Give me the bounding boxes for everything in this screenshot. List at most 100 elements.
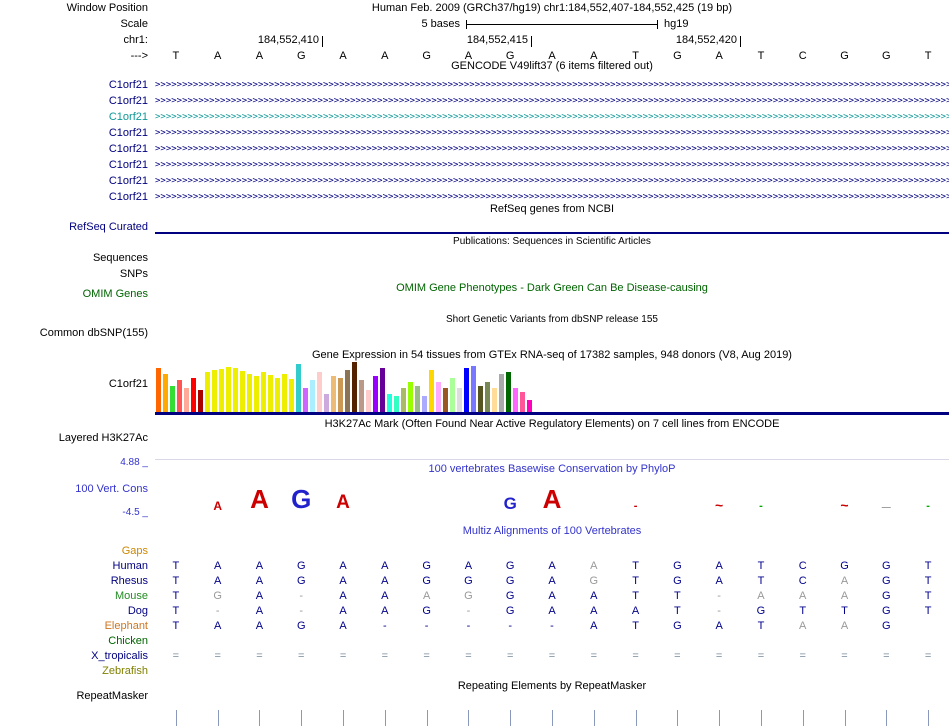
- gtex-expression-bar[interactable]: [191, 378, 196, 412]
- gtex-expression-bar[interactable]: [394, 396, 399, 412]
- species-label[interactable]: Human: [0, 560, 148, 573]
- gtex-expression-bar[interactable]: [205, 372, 210, 412]
- gtex-expression-bar[interactable]: [408, 382, 413, 412]
- refseq-curated-label[interactable]: RefSeq Curated: [0, 221, 148, 234]
- gtex-expression-bar[interactable]: [310, 380, 315, 412]
- snps-track-label[interactable]: SNPs: [0, 268, 148, 281]
- gtex-expression-bar[interactable]: [345, 370, 350, 412]
- dbsnp-track-title[interactable]: Short Genetic Variants from dbSNP releas…: [155, 313, 949, 326]
- gtex-expression-bar[interactable]: [457, 388, 462, 412]
- gtex-track-title[interactable]: Gene Expression in 54 tissues from GTEx …: [155, 349, 949, 362]
- omim-genes-label[interactable]: OMIM Genes: [0, 288, 148, 301]
- gtex-expression-bar[interactable]: [289, 379, 294, 412]
- gtex-expression-bar[interactable]: [254, 376, 259, 412]
- refseq-curated-item[interactable]: [155, 232, 949, 234]
- gtex-expression-bar[interactable]: [443, 388, 448, 412]
- species-label[interactable]: X_tropicalis: [0, 650, 148, 663]
- species-label[interactable]: Elephant: [0, 620, 148, 633]
- gencode-track-label[interactable]: C1orf21: [0, 143, 148, 156]
- gtex-expression-bar[interactable]: [492, 388, 497, 412]
- gtex-expression-bar[interactable]: [247, 374, 252, 412]
- gtex-expression-bar[interactable]: [275, 378, 280, 412]
- alignment-row[interactable]: [155, 665, 949, 678]
- gtex-expression-bar[interactable]: [506, 372, 511, 412]
- gtex-expression-bar[interactable]: [170, 386, 175, 412]
- gtex-expression-bar[interactable]: [331, 376, 336, 412]
- gtex-expression-bar[interactable]: [303, 388, 308, 412]
- species-label[interactable]: Chicken: [0, 635, 148, 648]
- gencode-track-label[interactable]: C1orf21: [0, 191, 148, 204]
- h3k27ac-track-title[interactable]: H3K27Ac Mark (Often Found Near Active Re…: [155, 418, 949, 431]
- gencode-transcript[interactable]: >>>>>>>>>>>>>>>>>>>>>>>>>>>>>>>>>>>>>>>>…: [155, 111, 949, 124]
- gtex-expression-bar[interactable]: [184, 388, 189, 412]
- phylop-track-title[interactable]: 100 vertebrates Basewise Conservation by…: [155, 463, 949, 476]
- species-label[interactable]: Rhesus: [0, 575, 148, 588]
- gencode-transcript[interactable]: >>>>>>>>>>>>>>>>>>>>>>>>>>>>>>>>>>>>>>>>…: [155, 143, 949, 156]
- species-label[interactable]: Gaps: [0, 545, 148, 558]
- alignment-row[interactable]: TAAGAAGAGAATGATCGGT: [155, 560, 949, 573]
- alignment-row[interactable]: TAAGAAGGGAGTGATCAGT: [155, 575, 949, 588]
- alignment-row[interactable]: TGA-AAAGGAATT-AAAGT: [155, 590, 949, 603]
- gencode-transcript[interactable]: >>>>>>>>>>>>>>>>>>>>>>>>>>>>>>>>>>>>>>>>…: [155, 159, 949, 172]
- gtex-expression-bar[interactable]: [282, 374, 287, 412]
- repeatmasker-track-label[interactable]: RepeatMasker: [0, 690, 148, 703]
- gtex-expression-bar[interactable]: [387, 394, 392, 412]
- gtex-expression-bar[interactable]: [359, 380, 364, 412]
- gtex-expression-bar[interactable]: [499, 374, 504, 412]
- alignment-row[interactable]: [155, 635, 949, 648]
- gtex-expression-bar[interactable]: [415, 386, 420, 412]
- multiz-track-title[interactable]: Multiz Alignments of 100 Vertebrates: [155, 525, 949, 538]
- species-label[interactable]: Mouse: [0, 590, 148, 603]
- gencode-track-label[interactable]: C1orf21: [0, 79, 148, 92]
- gtex-expression-bar[interactable]: [317, 372, 322, 412]
- gtex-expression-bar[interactable]: [156, 368, 161, 412]
- gtex-expression-bar[interactable]: [513, 388, 518, 412]
- phylop-track-label[interactable]: 100 Vert. Cons: [0, 483, 148, 496]
- gencode-track-label[interactable]: C1orf21: [0, 159, 148, 172]
- gencode-track-label[interactable]: C1orf21: [0, 111, 148, 124]
- gencode-track-label[interactable]: C1orf21: [0, 175, 148, 188]
- gtex-expression-bar[interactable]: [198, 390, 203, 412]
- gtex-expression-bar[interactable]: [380, 368, 385, 412]
- alignment-row[interactable]: T-A-AAG-GAAAT-GTTGT: [155, 605, 949, 618]
- species-label[interactable]: Zebrafish: [0, 665, 148, 678]
- gencode-track-label[interactable]: C1orf21: [0, 95, 148, 108]
- gtex-expression-bar[interactable]: [338, 378, 343, 412]
- gtex-expression-bar[interactable]: [401, 388, 406, 412]
- gtex-expression-bar[interactable]: [226, 367, 231, 412]
- gtex-expression-bar[interactable]: [436, 382, 441, 412]
- gencode-transcript[interactable]: >>>>>>>>>>>>>>>>>>>>>>>>>>>>>>>>>>>>>>>>…: [155, 191, 949, 204]
- gtex-expression-bar[interactable]: [527, 400, 532, 412]
- repeatmasker-track-title[interactable]: Repeating Elements by RepeatMasker: [155, 680, 949, 693]
- gtex-expression-bar[interactable]: [219, 369, 224, 412]
- gtex-expression-bar[interactable]: [471, 366, 476, 412]
- gtex-expression-bar[interactable]: [177, 380, 182, 412]
- gtex-expression-bar[interactable]: [233, 368, 238, 412]
- gtex-expression-bar[interactable]: [464, 368, 469, 412]
- gtex-expression-bar[interactable]: [373, 376, 378, 412]
- gtex-expression-bar[interactable]: [352, 362, 357, 412]
- gtex-expression-bar[interactable]: [324, 394, 329, 412]
- gencode-transcript[interactable]: >>>>>>>>>>>>>>>>>>>>>>>>>>>>>>>>>>>>>>>>…: [155, 127, 949, 140]
- gtex-expression-bar[interactable]: [520, 392, 525, 412]
- alignment-row[interactable]: TAAGA-----ATGATAAG: [155, 620, 949, 633]
- gtex-expression-bar[interactable]: [450, 378, 455, 412]
- h3k27ac-track-label[interactable]: Layered H3K27Ac: [0, 432, 148, 445]
- sequences-track-label[interactable]: Sequences: [0, 252, 148, 265]
- gtex-gene-label[interactable]: C1orf21: [0, 378, 148, 391]
- gtex-expression-bar[interactable]: [268, 375, 273, 412]
- gtex-expression-bar[interactable]: [478, 386, 483, 412]
- alignment-row[interactable]: = = = = = = = = = = = = = = = = = = =: [155, 650, 949, 663]
- gtex-expression-bar[interactable]: [240, 371, 245, 412]
- gtex-expression-bar[interactable]: [212, 370, 217, 412]
- gtex-expression-bar[interactable]: [296, 364, 301, 412]
- gencode-track-label[interactable]: C1orf21: [0, 127, 148, 140]
- alignment-row[interactable]: [155, 545, 949, 558]
- gtex-expression-bar[interactable]: [366, 390, 371, 412]
- gtex-expression-bar[interactable]: [422, 396, 427, 412]
- refseq-track-title[interactable]: RefSeq genes from NCBI: [155, 203, 949, 216]
- gtex-gene-model-line[interactable]: [155, 412, 949, 415]
- publications-track-title[interactable]: Publications: Sequences in Scientific Ar…: [155, 235, 949, 248]
- gtex-expression-bar[interactable]: [429, 370, 434, 412]
- gencode-transcript[interactable]: >>>>>>>>>>>>>>>>>>>>>>>>>>>>>>>>>>>>>>>>…: [155, 95, 949, 108]
